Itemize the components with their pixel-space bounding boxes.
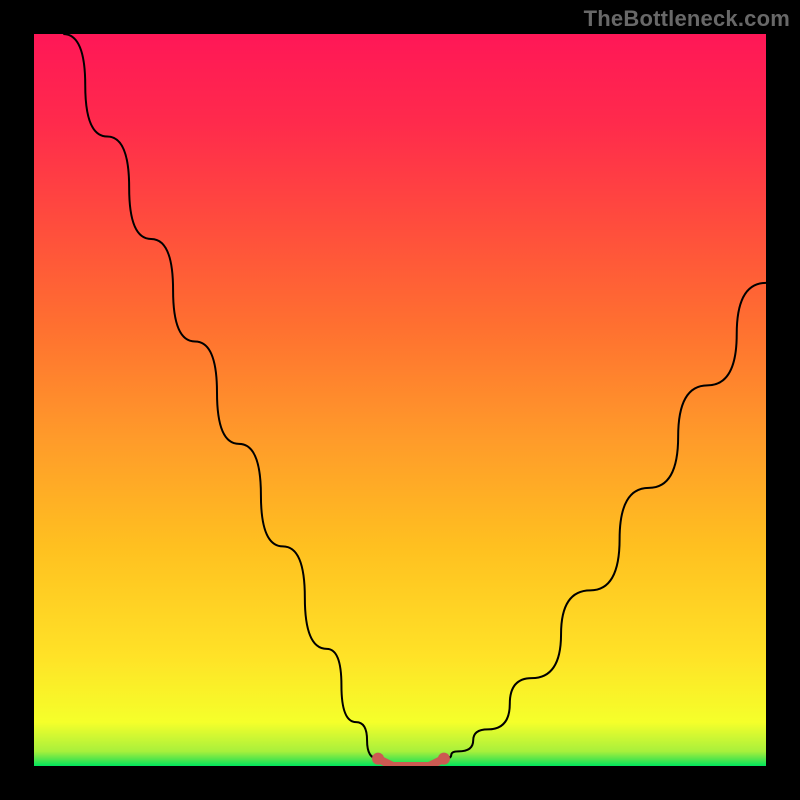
chart-frame: TheBottleneck.com <box>0 0 800 800</box>
plot-area <box>34 34 766 766</box>
watermark: TheBottleneck.com <box>584 6 790 32</box>
curve-path <box>63 34 766 766</box>
valley-highlight <box>378 759 444 766</box>
bottleneck-curve <box>34 34 766 766</box>
valley-dot-left <box>372 753 384 765</box>
valley-dot-right <box>438 753 450 765</box>
